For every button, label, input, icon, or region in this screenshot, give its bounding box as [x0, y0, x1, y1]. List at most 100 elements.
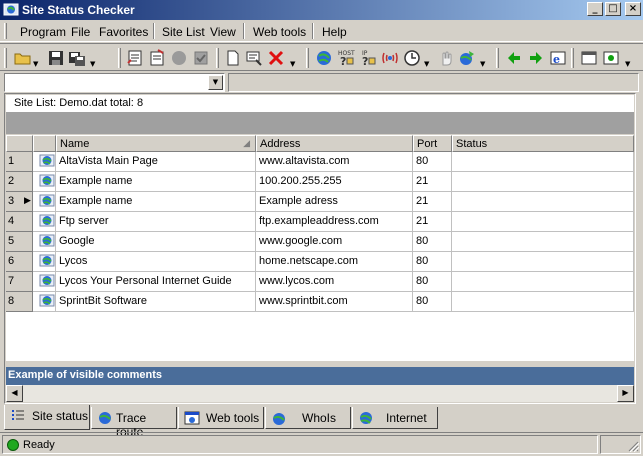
table-row[interactable]: 6 Lycos home.netscape.com 80	[6, 252, 634, 272]
edit-list-icon[interactable]	[126, 49, 144, 67]
column-header-address[interactable]: Address	[256, 135, 413, 152]
network-icon[interactable]	[458, 49, 476, 67]
forward-arrow-icon[interactable]	[527, 49, 545, 67]
address-field[interactable]	[228, 73, 639, 92]
window-icon[interactable]	[580, 49, 598, 67]
new-list-icon[interactable]	[148, 49, 166, 67]
menu-favorites[interactable]: Favorites	[99, 25, 148, 39]
chevron-down-icon[interactable]: ▼	[625, 60, 630, 68]
chevron-down-icon[interactable]: ▼	[208, 75, 223, 90]
chevron-down-icon[interactable]: ▼	[290, 60, 295, 68]
close-button[interactable]: ×	[625, 2, 641, 16]
site-status	[452, 252, 634, 272]
menu-file[interactable]: File	[71, 25, 90, 39]
minimize-button[interactable]: _	[587, 2, 603, 16]
table-row[interactable]: 2 Example name 100.200.255.255 21	[6, 172, 634, 192]
site-address: 100.200.255.255	[256, 172, 413, 192]
site-status	[452, 192, 634, 212]
site-port: 21	[413, 192, 452, 212]
site-globe-icon	[33, 212, 56, 232]
menu-view[interactable]: View	[210, 25, 236, 39]
status-indicator	[7, 439, 19, 451]
tab-site-status[interactable]: Site status	[4, 405, 90, 430]
site-status	[452, 152, 634, 172]
status-text: Ready	[23, 439, 55, 451]
main-content: Site List: Demo.dat total: 8 Name ◢ Addr…	[4, 93, 636, 404]
settings-icon[interactable]	[602, 49, 620, 67]
site-name: Ftp server	[56, 212, 256, 232]
status-bar: Ready	[0, 432, 643, 456]
table-row[interactable]: 5 Google www.google.com 80	[6, 232, 634, 252]
save-icon[interactable]	[47, 49, 65, 67]
ip-query-icon[interactable]: IP?	[359, 49, 377, 68]
row-number: 6	[6, 252, 33, 272]
site-port: 80	[413, 292, 452, 312]
table-row[interactable]: 3 ▶ Example name Example adress 21	[6, 192, 634, 212]
menu-web-tools[interactable]: Web tools	[253, 25, 306, 39]
comments-bar: Example of visible comments	[6, 367, 634, 385]
site-globe-icon	[33, 292, 56, 312]
tab-whois[interactable]: WhoIs	[265, 407, 351, 429]
table-row[interactable]: 7 Lycos Your Personal Internet Guide www.l…	[6, 272, 634, 292]
hand-icon[interactable]	[436, 49, 454, 67]
column-header-name[interactable]: Name ◢	[56, 135, 256, 152]
delete-icon[interactable]	[267, 49, 285, 67]
properties-icon[interactable]	[245, 49, 263, 67]
chevron-down-icon[interactable]: ▼	[424, 60, 429, 68]
list-icon	[10, 408, 26, 424]
horizontal-scrollbar[interactable]: ◀ ▶	[6, 385, 634, 402]
chevron-down-icon[interactable]: ▼	[33, 60, 38, 68]
table-row[interactable]: 1 AltaVista Main Page www.altavista.com 80	[6, 152, 634, 172]
menu-separator	[153, 23, 155, 39]
site-status	[452, 172, 634, 192]
scroll-right-icon[interactable]: ▶	[617, 385, 634, 402]
check-icon[interactable]	[192, 49, 210, 67]
menu-separator	[312, 23, 314, 39]
tab-internet[interactable]: Internet	[352, 407, 438, 429]
menu-site-list[interactable]: Site List	[162, 25, 205, 39]
schedule-icon[interactable]	[403, 49, 421, 67]
column-header-status[interactable]: Status	[452, 135, 634, 152]
new-document-icon[interactable]	[224, 49, 242, 67]
globe-check-icon[interactable]	[315, 49, 333, 67]
row-number: 7	[6, 272, 33, 292]
toolbar-grip[interactable]	[306, 48, 309, 68]
chevron-down-icon[interactable]: ▼	[90, 60, 95, 68]
column-header-port[interactable]: Port	[413, 135, 452, 152]
site-port: 80	[413, 232, 452, 252]
save-as-icon[interactable]	[68, 49, 86, 67]
toolbar-grip[interactable]	[216, 48, 219, 68]
toolbar-grip[interactable]	[4, 48, 7, 68]
maximize-button[interactable]: □	[605, 2, 621, 16]
browser-icon[interactable]: e	[549, 49, 567, 67]
row-number: 5	[6, 232, 33, 252]
tab-trace-route[interactable]: Trace route	[91, 407, 177, 439]
resize-grip-icon[interactable]	[627, 440, 640, 453]
table-row[interactable]: 4 Ftp server ftp.exampleaddress.com 21	[6, 212, 634, 232]
tab-web-tools[interactable]: Web tools	[178, 407, 264, 429]
site-globe-icon	[33, 232, 56, 252]
toolbar-grip[interactable]	[118, 48, 121, 68]
site-port: 21	[413, 172, 452, 192]
svg-text:?: ?	[362, 55, 368, 67]
toolbar-grip[interactable]	[496, 48, 499, 68]
toolbar-grip[interactable]	[571, 48, 574, 68]
column-header-label: Name	[60, 138, 90, 150]
menu-bar: Program File Favorites Site List View We…	[0, 20, 643, 42]
menu-help[interactable]: Help	[322, 25, 347, 39]
open-folder-icon[interactable]	[14, 49, 32, 67]
status-panel-extra	[600, 435, 641, 454]
ping-icon[interactable]	[381, 49, 399, 67]
back-arrow-icon[interactable]	[505, 49, 523, 67]
menu-grip[interactable]	[4, 23, 7, 39]
scroll-left-icon[interactable]: ◀	[6, 385, 23, 402]
stop-icon[interactable]	[170, 49, 188, 67]
host-query-icon[interactable]: HOST?	[337, 49, 355, 68]
sort-ascending-icon: ◢	[243, 138, 250, 148]
menu-program[interactable]: Program	[20, 25, 66, 39]
chevron-down-icon[interactable]: ▼	[480, 60, 485, 68]
site-list-combo[interactable]: ▼	[4, 73, 225, 92]
web-window-icon	[184, 410, 200, 426]
table-row[interactable]: 8 SprintBit Software www.sprintbit.com 80	[6, 292, 634, 312]
site-status	[452, 292, 634, 312]
